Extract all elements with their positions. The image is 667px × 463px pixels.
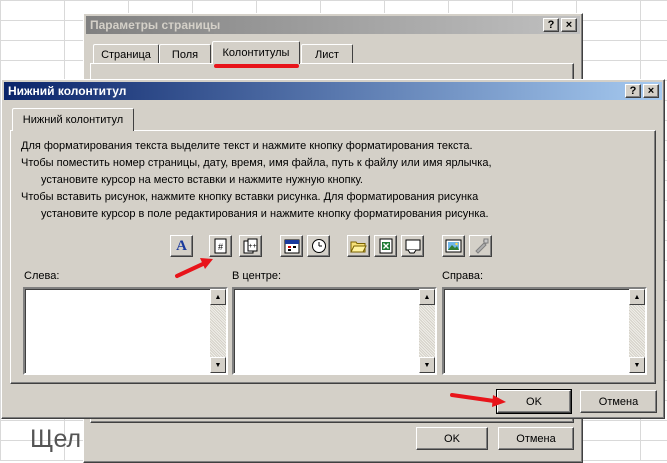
total-pages-icon: ++ <box>243 238 257 254</box>
scroll-up-arrow-icon[interactable]: ▲ <box>210 289 226 305</box>
page-number-glyph: # <box>217 242 222 252</box>
instruction-line: Чтобы поместить номер страницы, дату, вр… <box>21 157 492 169</box>
page-setup-ok-button[interactable]: OK <box>416 427 488 450</box>
scroll-up-arrow-icon[interactable]: ▲ <box>629 289 645 305</box>
scroll-down-arrow-icon[interactable]: ▼ <box>629 357 645 373</box>
ok-label: OK <box>526 395 542 408</box>
page-setup-cancel-button[interactable]: Отмена <box>498 427 574 450</box>
background-caption: Щел <box>30 425 82 453</box>
right-section-input[interactable]: ▲ ▼ <box>442 287 647 375</box>
instruction-line: установите курсор в поле редактирования … <box>41 208 489 220</box>
format-picture-icon <box>474 238 488 254</box>
font-button[interactable]: A <box>170 235 193 257</box>
picture-icon <box>445 239 462 253</box>
right-section-label: Справа: <box>442 270 484 282</box>
tab-label: Страница <box>101 48 151 61</box>
footer-dialog: Нижний колонтитул ? × Нижний колонтитул … <box>1 79 665 419</box>
footer-tab-panel: Для форматирования текста выделите текст… <box>10 130 656 384</box>
tab-label: Колонтитулы <box>222 47 290 59</box>
time-button[interactable] <box>307 235 330 257</box>
cancel-label: Отмена <box>516 432 556 445</box>
left-section-scrollbar[interactable]: ▲ ▼ <box>210 289 226 373</box>
page-number-button[interactable]: # <box>209 235 232 257</box>
right-section-scrollbar[interactable]: ▲ ▼ <box>629 289 645 373</box>
clock-icon <box>311 239 326 253</box>
ok-label: OK <box>444 432 460 445</box>
left-section-input[interactable]: ▲ ▼ <box>23 287 228 375</box>
page-setup-titlebar[interactable]: Параметры страницы ? × <box>86 16 580 34</box>
close-button[interactable]: × <box>561 18 577 32</box>
help-button[interactable]: ? <box>625 84 641 98</box>
total-pages-button[interactable]: ++ <box>239 235 262 257</box>
center-section-label: В центре: <box>232 270 282 282</box>
date-button[interactable] <box>280 235 303 257</box>
tab-margins[interactable]: Поля <box>159 44 211 64</box>
tab-footer[interactable]: Нижний колонтитул <box>12 108 134 131</box>
tab-label: Лист <box>315 48 339 61</box>
page-setup-title: Параметры страницы <box>90 18 221 32</box>
total-pages-glyph: ++ <box>248 243 256 250</box>
cancel-label: Отмена <box>598 395 639 408</box>
center-section-scrollbar[interactable]: ▲ ▼ <box>419 289 435 373</box>
scroll-down-arrow-icon[interactable]: ▼ <box>419 357 435 373</box>
sheet-tab-icon <box>405 239 420 254</box>
instruction-line: Чтобы вставить рисунок, нажмите кнопку в… <box>21 191 479 203</box>
footer-ok-button[interactable]: OK <box>496 389 572 414</box>
tab-label: Нижний колонтитул <box>22 114 124 126</box>
close-button[interactable]: × <box>643 84 659 98</box>
instruction-line: Для форматирования текста выделите текст… <box>21 140 473 152</box>
help-button[interactable]: ? <box>543 18 559 32</box>
file-name-button[interactable] <box>374 235 397 257</box>
tab-headers-footers[interactable]: Колонтитулы <box>212 41 300 64</box>
tab-label: Поля <box>171 48 199 61</box>
tab-sheet[interactable]: Лист <box>301 44 353 64</box>
footer-titlebar[interactable]: Нижний колонтитул ? × <box>4 82 662 100</box>
footer-dialog-title: Нижний колонтитул <box>8 84 127 98</box>
calendar-icon <box>284 239 299 254</box>
sheet-name-button[interactable] <box>401 235 424 257</box>
instruction-line: установите курсор на место вставки и наж… <box>41 174 363 186</box>
scroll-up-arrow-icon[interactable]: ▲ <box>419 289 435 305</box>
page-number-icon: # <box>214 238 226 254</box>
format-picture-button[interactable] <box>469 235 492 257</box>
left-section-label: Слева: <box>24 270 60 282</box>
tab-page[interactable]: Страница <box>93 44 159 64</box>
insert-picture-button[interactable] <box>442 235 465 257</box>
center-section-input[interactable]: ▲ ▼ <box>232 287 437 375</box>
font-icon: A <box>176 237 187 254</box>
excel-file-icon <box>379 238 392 254</box>
folder-icon <box>350 241 367 253</box>
footer-cancel-button[interactable]: Отмена <box>580 390 657 413</box>
file-path-button[interactable] <box>347 235 370 257</box>
scroll-down-arrow-icon[interactable]: ▼ <box>210 357 226 373</box>
